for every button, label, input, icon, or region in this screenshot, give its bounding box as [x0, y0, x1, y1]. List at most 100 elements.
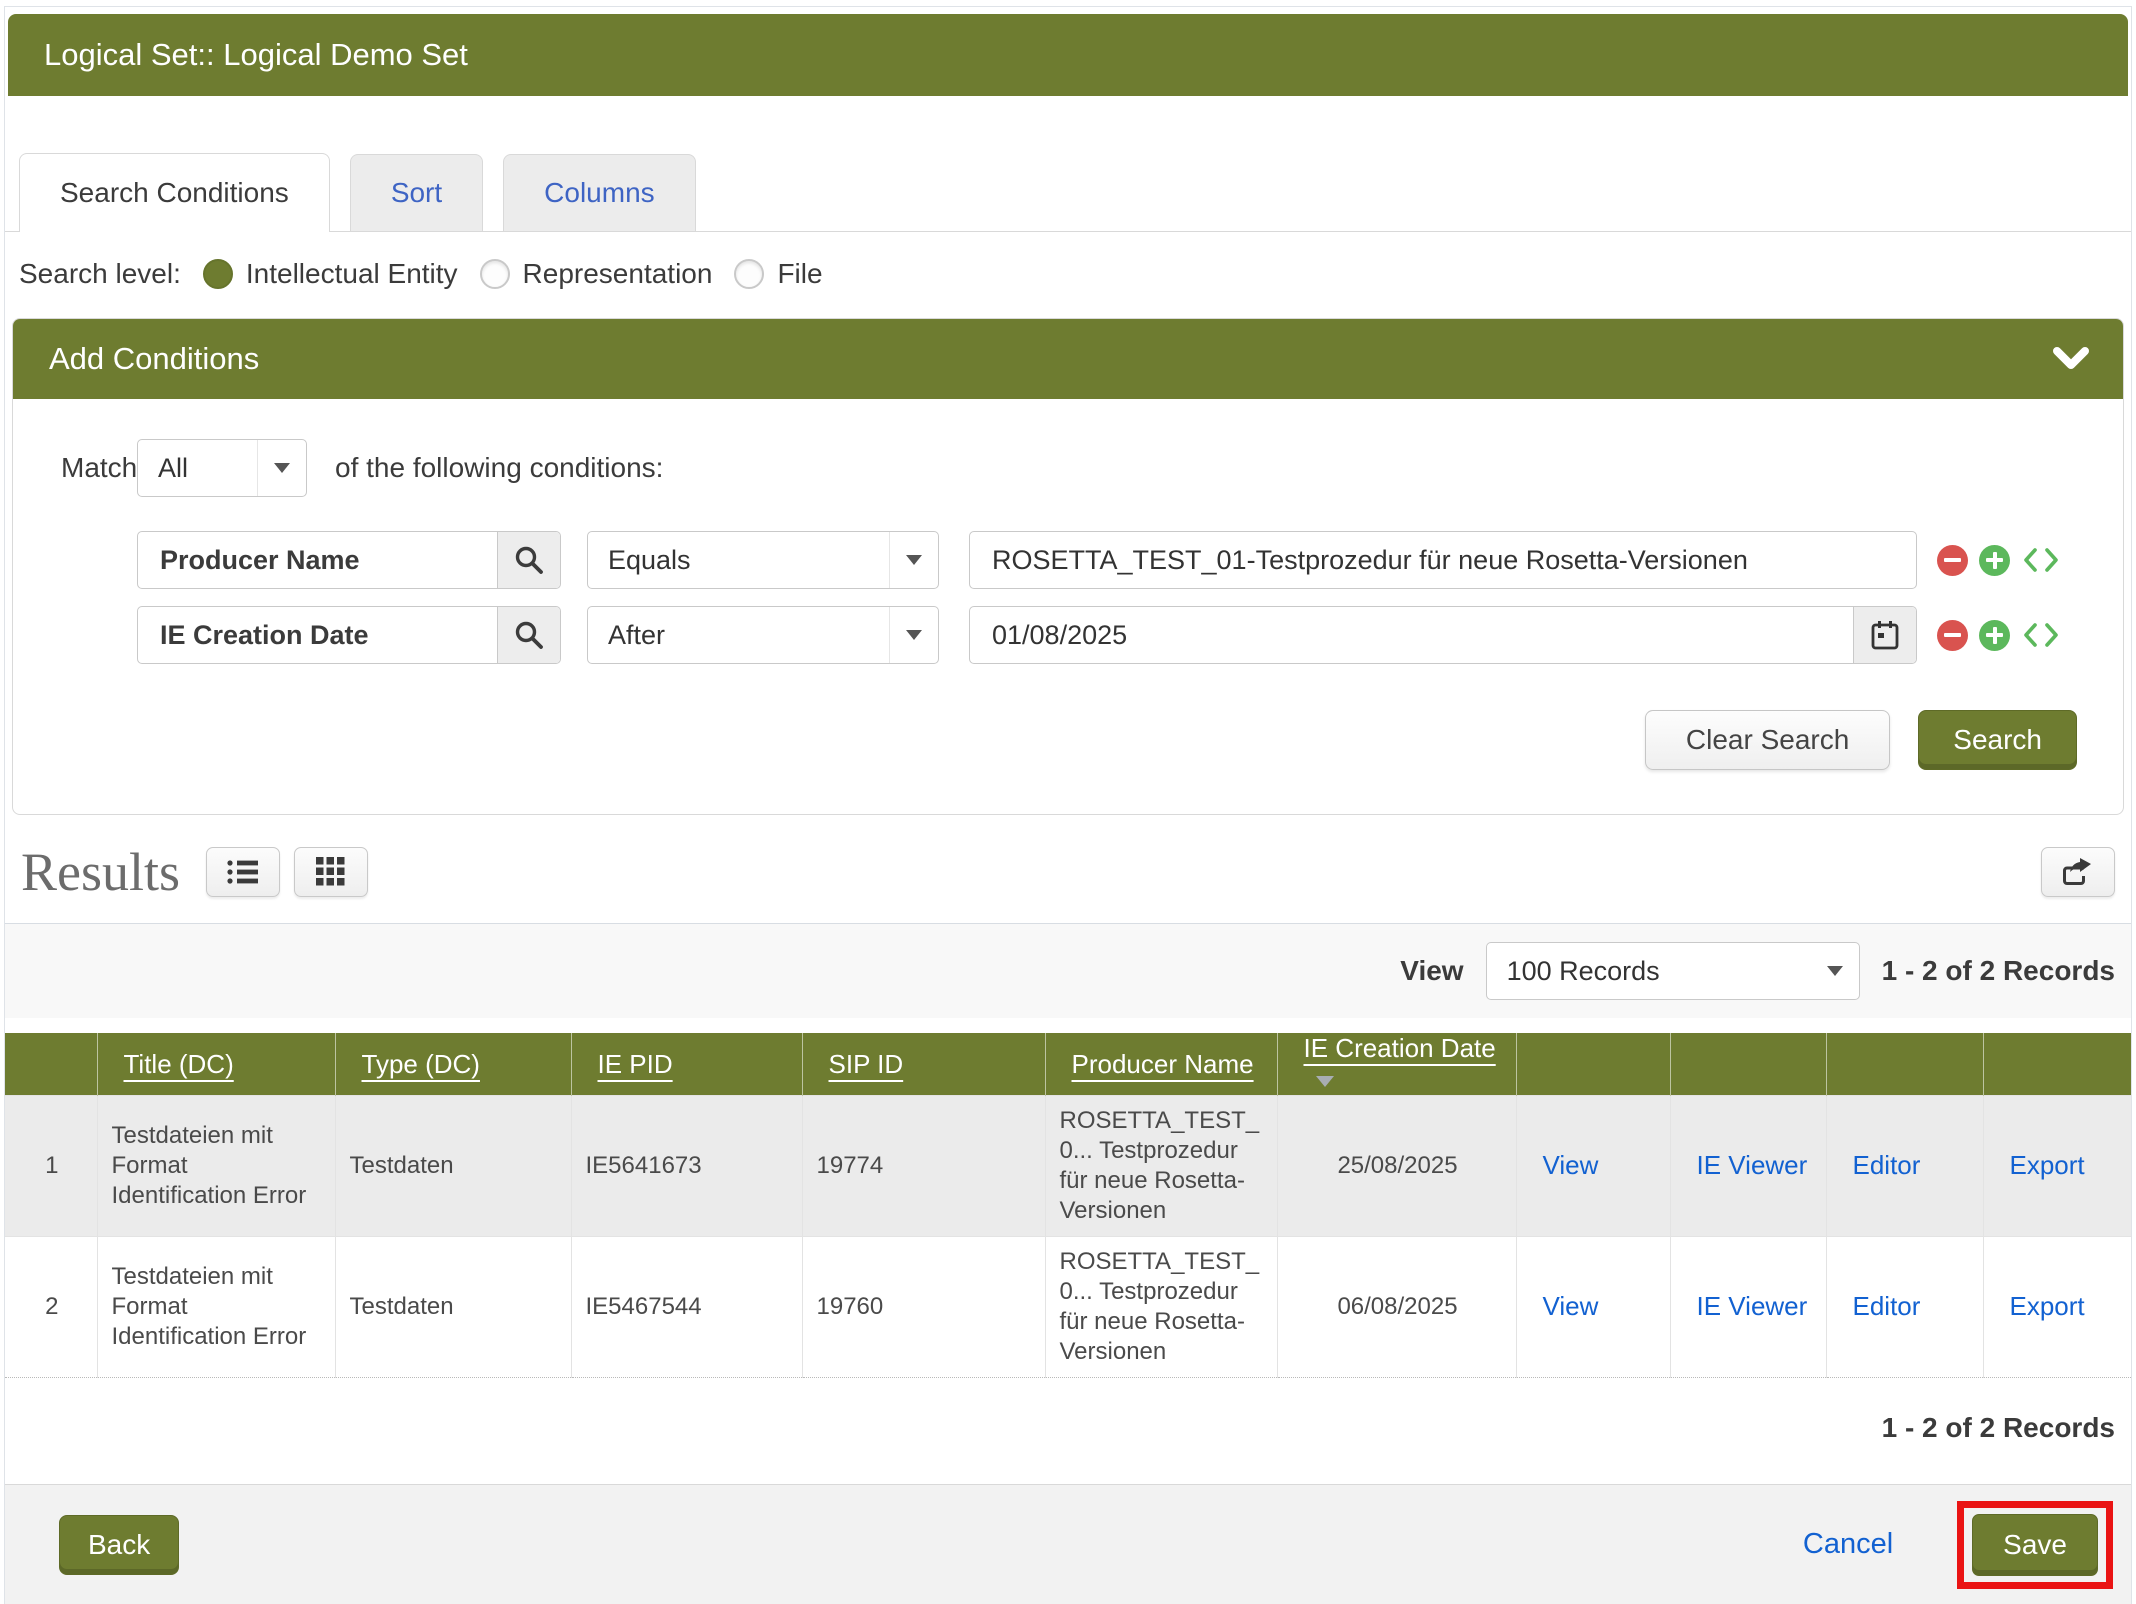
add-conditions-title: Add Conditions [49, 341, 259, 377]
calendar-icon [1870, 619, 1900, 651]
add-conditions-header[interactable]: Add Conditions [13, 319, 2123, 399]
field-search-button[interactable] [497, 532, 560, 588]
tab-bar: Search Conditions Sort Columns [5, 154, 2131, 232]
cell-type: Testdaten [335, 1096, 571, 1237]
radio-representation[interactable]: Representation [480, 258, 713, 290]
radio-intellectual-entity[interactable]: Intellectual Entity [203, 258, 458, 290]
row-number: 2 [5, 1237, 97, 1378]
cancel-link[interactable]: Cancel [1803, 1528, 1893, 1561]
condition-value-input[interactable]: ROSETTA_TEST_01-Testprozedur für neue Ro… [969, 531, 1917, 589]
add-conditions-body: Match All of the following conditions: P… [13, 399, 2123, 814]
condition-field-value: IE Creation Date [138, 607, 497, 663]
remove-condition-icon[interactable] [1937, 620, 1968, 651]
clear-search-label: Clear Search [1686, 724, 1849, 756]
conditions-buttons-row: Clear Search Search [61, 710, 2083, 770]
radio-selected-icon[interactable] [203, 259, 233, 289]
caret-down-icon[interactable] [257, 440, 306, 496]
col-editor [1826, 1033, 1983, 1096]
cell-sip-id: 19760 [802, 1237, 1045, 1378]
caret-down-icon[interactable] [889, 532, 938, 588]
records-per-page-select[interactable]: 100 Records [1486, 942, 1860, 1000]
cell-date: 06/08/2025 [1277, 1237, 1516, 1378]
search-level-label: Search level: [19, 258, 181, 290]
radio-label: File [777, 258, 822, 290]
cell-title: Testdateien mit Format Identification Er… [97, 1096, 335, 1237]
save-highlight-annotation: Save [1957, 1501, 2113, 1589]
caret-down-icon[interactable] [1811, 943, 1859, 999]
records-summary: 1 - 2 of 2 Records [1882, 1412, 2115, 1444]
tab-label: Columns [544, 177, 654, 209]
match-select[interactable]: All [137, 439, 307, 497]
add-condition-icon[interactable] [1979, 545, 2010, 576]
radio-label: Representation [523, 258, 713, 290]
col-producer-name-sort[interactable]: Producer Name [1072, 1049, 1254, 1079]
field-search-button[interactable] [497, 607, 560, 663]
col-type-dc-sort[interactable]: Type (DC) [362, 1049, 480, 1079]
radio-label: Intellectual Entity [246, 258, 458, 290]
search-icon [514, 545, 544, 575]
export-link[interactable]: Export [2010, 1150, 2085, 1180]
search-label: Search [1953, 724, 2042, 756]
results-heading: Results [21, 841, 180, 903]
editor-link[interactable]: Editor [1853, 1150, 1921, 1180]
export-link[interactable]: Export [2010, 1291, 2085, 1321]
list-view-button[interactable] [206, 847, 280, 897]
col-view [1516, 1033, 1670, 1096]
clear-search-button[interactable]: Clear Search [1645, 710, 1890, 770]
add-condition-icon[interactable] [1979, 620, 2010, 651]
col-title-dc-sort[interactable]: Title (DC) [124, 1049, 234, 1079]
grid-view-button[interactable] [294, 847, 368, 897]
calendar-button[interactable] [1853, 607, 1916, 663]
cell-title: Testdateien mit Format Identification Er… [97, 1237, 335, 1378]
view-link[interactable]: View [1543, 1150, 1599, 1180]
tab-label: Search Conditions [60, 177, 289, 209]
cell-date: 25/08/2025 [1277, 1096, 1516, 1237]
col-title-dc: Title (DC) [97, 1033, 335, 1096]
save-button[interactable]: Save [1972, 1514, 2098, 1576]
records-summary-bottom-row: 1 - 2 of 2 Records [5, 1378, 2131, 1484]
match-select-value: All [138, 440, 257, 496]
list-view-icon [226, 858, 260, 886]
condition-row-actions [1917, 531, 2083, 589]
export-results-button[interactable] [2041, 847, 2115, 897]
condition-row-2: IE Creation Date After 01/08/2025 [137, 606, 2083, 664]
radio-file[interactable]: File [734, 258, 822, 290]
page-title: Logical Set:: Logical Demo Set [44, 37, 468, 73]
code-brackets-icon[interactable] [2021, 545, 2061, 575]
search-button[interactable]: Search [1918, 710, 2077, 770]
condition-field-selector[interactable]: IE Creation Date [137, 606, 561, 664]
share-export-icon [2060, 856, 2096, 888]
condition-date-input[interactable]: 01/08/2025 [969, 606, 1917, 664]
condition-operator-select[interactable]: After [587, 606, 939, 664]
operator-value: After [588, 607, 889, 663]
col-sip-id: SIP ID [802, 1033, 1045, 1096]
condition-field-selector[interactable]: Producer Name [137, 531, 561, 589]
remove-condition-icon[interactable] [1937, 545, 1968, 576]
col-sip-id-sort[interactable]: SIP ID [829, 1049, 904, 1079]
ie-viewer-link[interactable]: IE Viewer [1697, 1150, 1808, 1180]
tab-search-conditions[interactable]: Search Conditions [19, 153, 330, 232]
results-toolbar: View 100 Records 1 - 2 of 2 Records [5, 923, 2131, 1018]
back-label: Back [88, 1529, 150, 1561]
cell-ie-pid: IE5467544 [571, 1237, 802, 1378]
grid-view-icon [316, 857, 346, 887]
editor-link[interactable]: Editor [1853, 1291, 1921, 1321]
chevron-down-icon[interactable] [2053, 347, 2089, 371]
tab-sort[interactable]: Sort [350, 154, 483, 231]
view-link[interactable]: View [1543, 1291, 1599, 1321]
col-producer-name: Producer Name [1045, 1033, 1277, 1096]
results-header-row: Results [5, 841, 2131, 903]
col-ie-creation-date-sort[interactable]: IE Creation Date [1304, 1033, 1496, 1063]
ie-viewer-link[interactable]: IE Viewer [1697, 1291, 1808, 1321]
caret-down-icon[interactable] [889, 607, 938, 663]
col-ie-pid-sort[interactable]: IE PID [598, 1049, 673, 1079]
condition-operator-select[interactable]: Equals [587, 531, 939, 589]
radio-unselected-icon[interactable] [734, 259, 764, 289]
radio-unselected-icon[interactable] [480, 259, 510, 289]
code-brackets-icon[interactable] [2021, 620, 2061, 650]
condition-value: ROSETTA_TEST_01-Testprozedur für neue Ro… [970, 532, 1916, 588]
condition-row-actions [1917, 606, 2083, 664]
cell-sip-id: 19774 [802, 1096, 1045, 1237]
page-title-bar: Logical Set:: Logical Demo Set [8, 14, 2128, 96]
tab-columns[interactable]: Columns [503, 154, 695, 231]
